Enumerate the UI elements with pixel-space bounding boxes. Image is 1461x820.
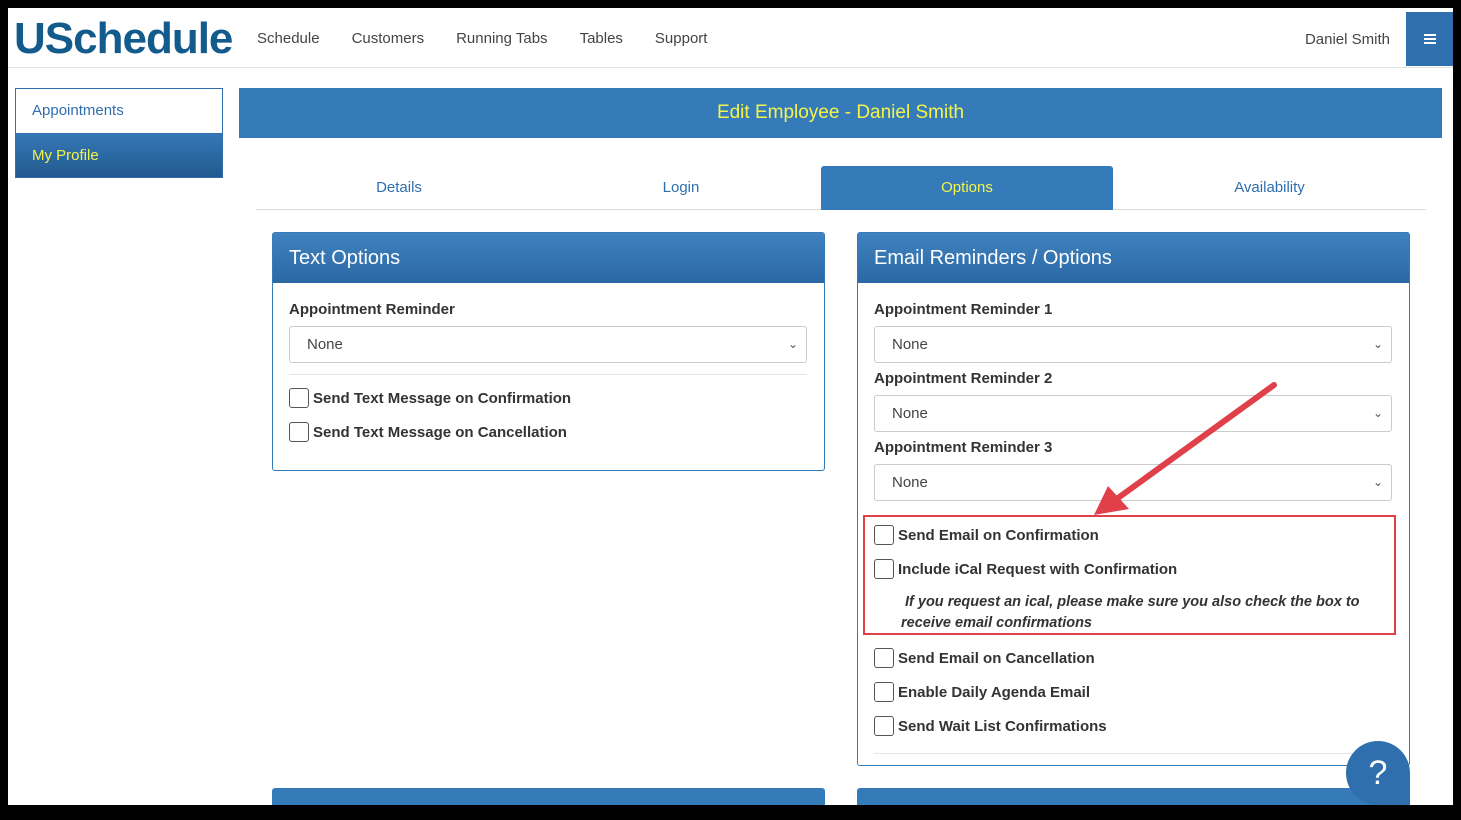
annotation-arrow-icon — [1094, 382, 1277, 515]
question-icon: ? — [1368, 754, 1388, 792]
app-window: USchedule Schedule Customers Running Tab… — [8, 8, 1453, 805]
lower-panel-right — [857, 788, 1410, 805]
help-button[interactable]: ? — [1346, 741, 1410, 805]
lower-panel-left — [272, 788, 825, 805]
